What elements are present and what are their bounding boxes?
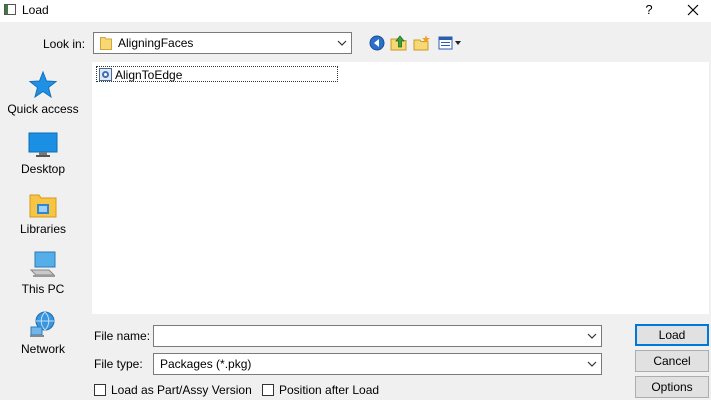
file-name-label: File name: xyxy=(94,329,151,343)
place-this-pc[interactable]: This PC xyxy=(0,250,86,310)
file-name-input[interactable] xyxy=(153,325,602,347)
window-icon xyxy=(4,4,16,15)
file-name: AlignToEdge xyxy=(115,68,183,82)
place-desktop[interactable]: Desktop xyxy=(0,130,86,190)
options-button[interactable]: Options xyxy=(635,376,709,398)
place-label: Quick access xyxy=(7,102,79,116)
cancel-button[interactable]: Cancel xyxy=(635,350,709,372)
desktop-icon xyxy=(28,132,58,157)
load-as-part-assy-checkbox[interactable] xyxy=(94,384,106,396)
computer-icon xyxy=(29,251,56,277)
folder-icon xyxy=(100,37,112,50)
look-in-value: AligningFaces xyxy=(118,36,194,50)
star-icon xyxy=(28,70,58,99)
places-bar: Quick access Desktop Libraries This PC N… xyxy=(0,62,88,372)
file-type-label: File type: xyxy=(94,357,143,371)
place-label: This PC xyxy=(21,282,65,296)
position-after-load-label: Position after Load xyxy=(279,383,380,397)
close-icon[interactable] xyxy=(676,0,710,20)
window-title: Load xyxy=(22,3,49,17)
package-icon xyxy=(99,68,112,81)
place-label: Desktop xyxy=(20,162,66,176)
chevron-down-icon xyxy=(587,361,597,367)
place-label: Libraries xyxy=(19,222,67,236)
views-icon[interactable] xyxy=(437,33,465,53)
place-network[interactable]: Network xyxy=(0,310,86,370)
chevron-down-icon[interactable] xyxy=(587,332,597,340)
place-label: Network xyxy=(20,342,65,356)
up-folder-icon[interactable] xyxy=(389,33,409,53)
place-quick-access[interactable]: Quick access xyxy=(0,70,86,130)
load-as-part-assy-label: Load as Part/Assy Version xyxy=(111,383,252,397)
help-button[interactable]: ? xyxy=(636,0,662,20)
look-in-dropdown[interactable]: AligningFaces xyxy=(93,32,352,54)
look-in-label: Look in: xyxy=(43,37,86,51)
load-button[interactable]: Load xyxy=(635,324,709,346)
place-libraries[interactable]: Libraries xyxy=(0,190,86,250)
file-type-dropdown[interactable]: Packages (*.pkg) xyxy=(153,353,602,375)
new-folder-icon[interactable] xyxy=(412,33,432,53)
list-item[interactable]: AlignToEdge xyxy=(96,66,338,82)
file-type-value: Packages (*.pkg) xyxy=(160,357,252,371)
title-bar: Load ? xyxy=(0,0,711,22)
back-icon[interactable] xyxy=(367,33,387,53)
libraries-icon xyxy=(29,194,57,218)
chevron-down-icon xyxy=(337,40,347,46)
file-list[interactable]: AlignToEdge xyxy=(92,62,709,314)
position-after-load-checkbox[interactable] xyxy=(262,384,274,396)
network-icon xyxy=(30,311,55,337)
